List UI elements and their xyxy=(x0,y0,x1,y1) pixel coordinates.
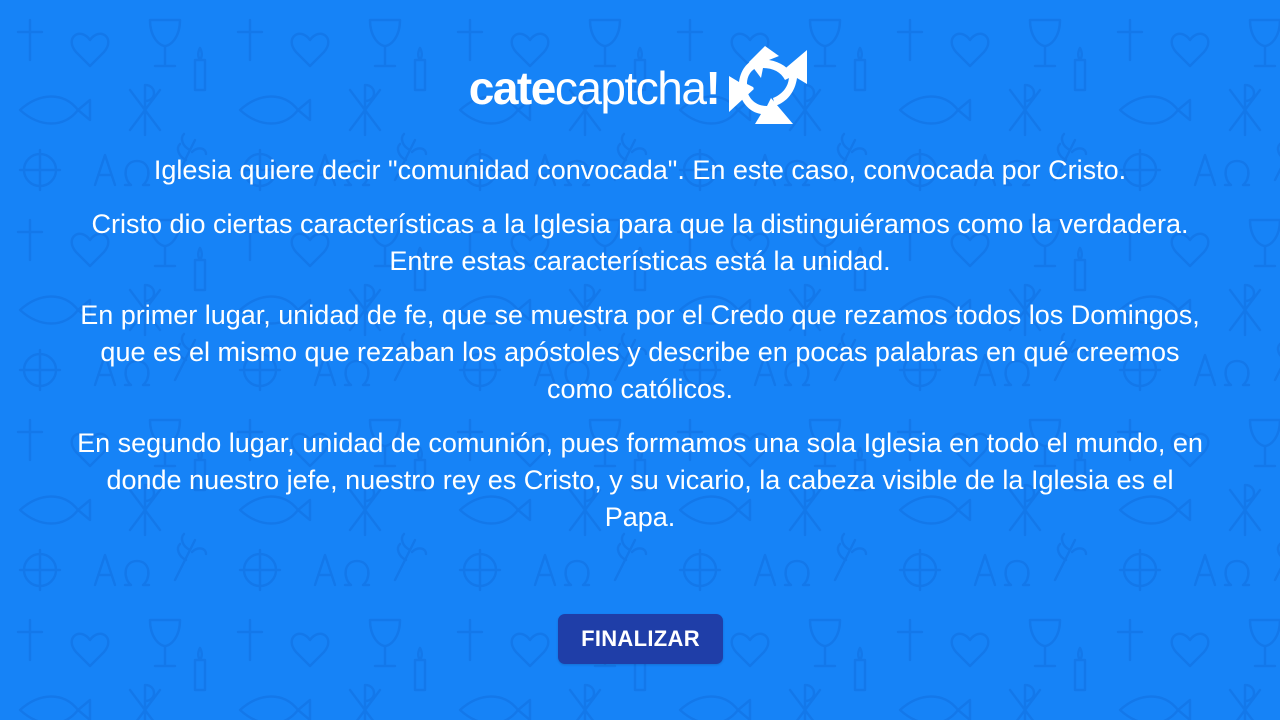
logo-light-text: captcha xyxy=(554,62,707,114)
page-content: cate captcha! Iglesia quiere decir "comun… xyxy=(0,0,1280,720)
paragraph-1: Iglesia quiere decir "comunidad convocad… xyxy=(153,155,1127,185)
logo-wordmark: cate captcha! xyxy=(468,62,721,114)
finish-button[interactable]: FINALIZAR xyxy=(558,614,723,664)
logo-exclamation: ! xyxy=(705,62,720,114)
paragraph-3: En primer lugar, unidad de fe, que se mu… xyxy=(80,300,1200,404)
lesson-text: Iglesia quiere decir "comunidad convocad… xyxy=(70,152,1210,553)
paragraph-2: Cristo dio ciertas características a la … xyxy=(91,209,1189,276)
paragraph-4: En segundo lugar, unidad de comunión, pu… xyxy=(77,428,1203,532)
refresh-arrows-icon xyxy=(729,46,808,124)
catecaptcha-logo: cate captcha! xyxy=(0,42,1280,128)
logo-bold-text: cate xyxy=(468,62,557,114)
